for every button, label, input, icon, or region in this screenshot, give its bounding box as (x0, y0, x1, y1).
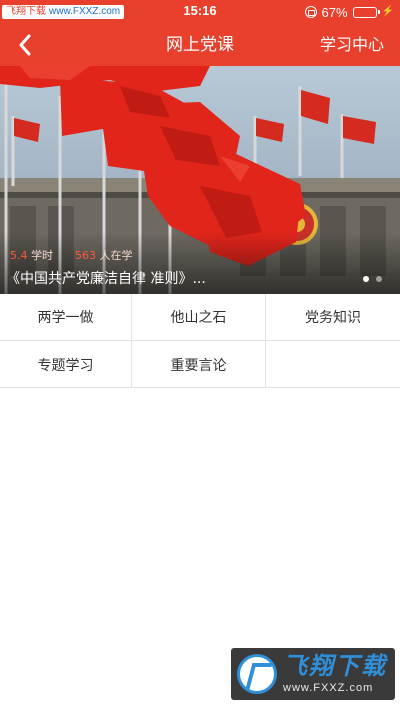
watermark-logo: 飞翔下载 www.FXXZ.com (231, 648, 395, 700)
pager-dot[interactable] (376, 276, 382, 282)
pager-dot[interactable] (363, 276, 369, 282)
watermark-brand: 飞翔下载 (283, 652, 387, 680)
watermark-logo-icon (237, 654, 277, 694)
hours-value: 5.4 (10, 249, 28, 262)
category-zhongyao-yanlun[interactable]: 重要言论 (132, 341, 266, 388)
category-tashan-zhishi[interactable]: 他山之石 (132, 294, 266, 341)
hours-unit: 学时 (31, 249, 53, 262)
status-bar: 飞翔下载 www.FXXZ.com 15:16 67% ⚡ (0, 0, 400, 24)
charging-icon: ⚡ (381, 6, 394, 17)
category-grid: 两学一做 他山之石 党务知识 专题学习 重要言论 (0, 294, 400, 388)
category-zhuanti-xuexi[interactable]: 专题学习 (0, 341, 132, 388)
nav-bar: 网上党课 学习中心 (0, 24, 400, 66)
category-empty-cell (266, 341, 400, 388)
chevron-left-icon (19, 34, 31, 56)
status-indicators: 67% ⚡ (304, 4, 394, 20)
learners-unit: 人在学 (99, 249, 133, 262)
banner-carousel[interactable]: 5.4 学时 563 人在学 《中国共产党廉洁自律 准则》... (0, 66, 400, 294)
orientation-lock-icon (304, 6, 317, 18)
category-liangxue-yizuo[interactable]: 两学一做 (0, 294, 132, 341)
study-center-link[interactable]: 学习中心 (320, 34, 384, 56)
learners-value: 563 (75, 249, 96, 262)
pager-dots (363, 276, 382, 282)
banner-title[interactable]: 《中国共产党廉洁自律 准则》... (6, 269, 242, 289)
watermark-site: www.FXXZ.com (283, 682, 374, 694)
back-button[interactable] (10, 30, 40, 60)
battery-percent: 67% (321, 4, 348, 20)
category-dangwu-zhishi[interactable]: 党务知识 (266, 294, 400, 341)
battery-icon (352, 6, 380, 18)
banner-stats: 5.4 学时 563 人在学 (10, 249, 133, 263)
